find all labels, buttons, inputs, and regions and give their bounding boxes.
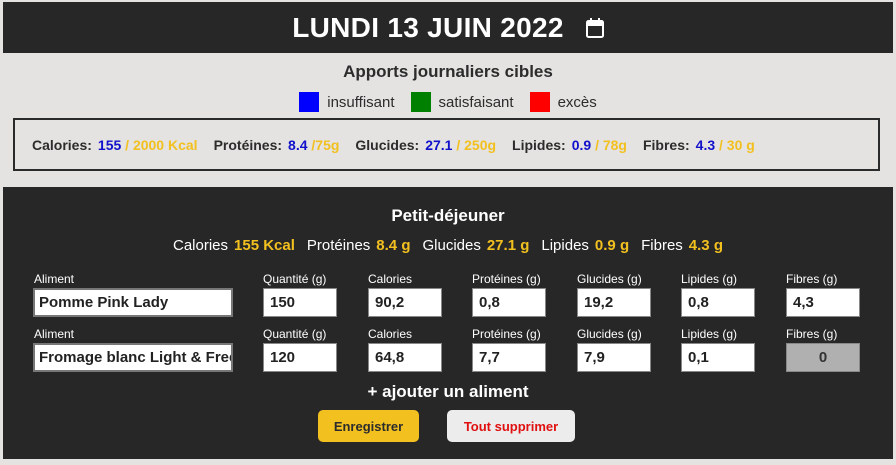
column-label-lipides: Lipides (g)	[681, 272, 738, 286]
target-label: Glucides:	[355, 136, 420, 153]
column-label-calories: Calories	[368, 272, 413, 286]
column-label-aliment: Aliment	[34, 327, 75, 341]
calories-field[interactable]: 90,2	[368, 288, 442, 317]
legend-label: excès	[557, 93, 597, 111]
column-label-fibres: Fibres (g)	[786, 272, 838, 286]
fibres-field[interactable]: 4,3	[786, 288, 860, 317]
total-label: Protéines	[306, 237, 371, 254]
target-lipides: Lipides: 0.9 / 78g	[512, 137, 627, 153]
target-goal: / 78g	[591, 136, 627, 153]
target-current: 4.3	[695, 136, 716, 153]
target-label: Protéines:	[213, 136, 283, 153]
save-button[interactable]: Enregistrer	[318, 410, 419, 442]
clear-all-button[interactable]: Tout supprimer	[447, 410, 575, 442]
column-label-calories: Calories	[368, 327, 413, 341]
legend-item-exces: excès	[529, 92, 597, 112]
fibres-field-disabled: 0	[786, 343, 860, 372]
proteines-field[interactable]: 0,8	[472, 288, 546, 317]
column-label-quantite: Quantité (g)	[263, 327, 327, 341]
column-label-proteines: Protéines (g)	[472, 272, 541, 286]
column-label-glucides: Glucides (g)	[577, 272, 642, 286]
column-label-proteines: Protéines (g)	[472, 327, 541, 341]
total-label: Fibres	[641, 237, 683, 254]
legend-swatch-blue	[299, 92, 320, 112]
proteines-field[interactable]: 7,7	[472, 343, 546, 372]
target-goal: / 250g	[452, 136, 497, 153]
total-value: 27.1 g	[486, 237, 530, 254]
quantite-input[interactable]: 120	[263, 343, 337, 372]
lipides-field[interactable]: 0,8	[681, 288, 755, 317]
legend: insuffisant satisfaisant excès	[0, 92, 896, 112]
legend-label: satisfaisant	[438, 93, 514, 111]
meal-totals: Calories 155 Kcal Protéines 8.4 g Glucides 27…	[3, 237, 893, 254]
total-value: 0.9 g	[594, 237, 630, 254]
target-goal: / 2000 Kcal	[121, 136, 198, 153]
target-proteines: Protéines: 8.4 /75g	[214, 137, 340, 153]
target-glucides: Glucides: 27.1 / 250g	[355, 137, 496, 153]
total-label: Calories	[173, 237, 229, 254]
total-value: 4.3 g	[688, 237, 723, 254]
date-header: LUNDI 13 JUIN 2022	[3, 2, 893, 53]
legend-item-insuffisant: insuffisant	[299, 92, 395, 112]
calories-field[interactable]: 64,8	[368, 343, 442, 372]
target-current: 155	[97, 136, 122, 153]
target-current: 27.1	[425, 136, 453, 153]
legend-swatch-green	[410, 92, 431, 112]
legend-item-satisfaisant: satisfaisant	[410, 92, 514, 112]
total-label: Lipides	[541, 237, 589, 254]
column-label-aliment: Aliment	[34, 272, 75, 286]
target-current: 0.9	[571, 136, 592, 153]
legend-label: insuffisant	[327, 93, 395, 111]
column-label-quantite: Quantité (g)	[263, 272, 327, 286]
target-goal: / 30 g	[715, 136, 755, 153]
target-calories: Calories: 155 / 2000 Kcal	[32, 137, 198, 153]
glucides-field[interactable]: 7,9	[577, 343, 651, 372]
lipides-field[interactable]: 0,1	[681, 343, 755, 372]
quantite-input[interactable]: 150	[263, 288, 337, 317]
meal-title: Petit-déjeuner	[391, 206, 505, 225]
meal-panel: Petit-déjeuner Calories 155 Kcal Protéines…	[3, 187, 893, 459]
target-label: Fibres:	[642, 136, 690, 153]
column-label-glucides: Glucides (g)	[577, 327, 642, 341]
targets-title: Apports journaliers cibles	[343, 62, 553, 81]
add-food-button[interactable]: + ajouter un aliment	[3, 382, 893, 402]
aliment-input[interactable]: Fromage blanc Light & Free	[33, 343, 233, 372]
page-title: LUNDI 13 JUIN 2022	[292, 11, 564, 43]
aliment-input[interactable]: Pomme Pink Lady	[33, 288, 233, 317]
total-label: Glucides	[422, 237, 481, 254]
total-value: 155 Kcal	[234, 237, 295, 254]
legend-swatch-red	[529, 92, 550, 112]
total-value: 8.4 g	[376, 237, 411, 254]
target-label: Calories:	[32, 136, 92, 153]
calendar-icon[interactable]	[585, 17, 604, 38]
target-current: 8.4	[288, 136, 308, 153]
target-goal: /75g	[307, 136, 340, 153]
column-label-fibres: Fibres (g)	[786, 327, 838, 341]
target-label: Lipides:	[512, 136, 566, 153]
glucides-field[interactable]: 19,2	[577, 288, 651, 317]
column-label-lipides: Lipides (g)	[681, 327, 738, 341]
daily-targets-box: Calories: 155 / 2000 Kcal Protéines: 8.4 /…	[13, 118, 880, 171]
target-fibres: Fibres: 4.3 / 30 g	[643, 137, 755, 153]
